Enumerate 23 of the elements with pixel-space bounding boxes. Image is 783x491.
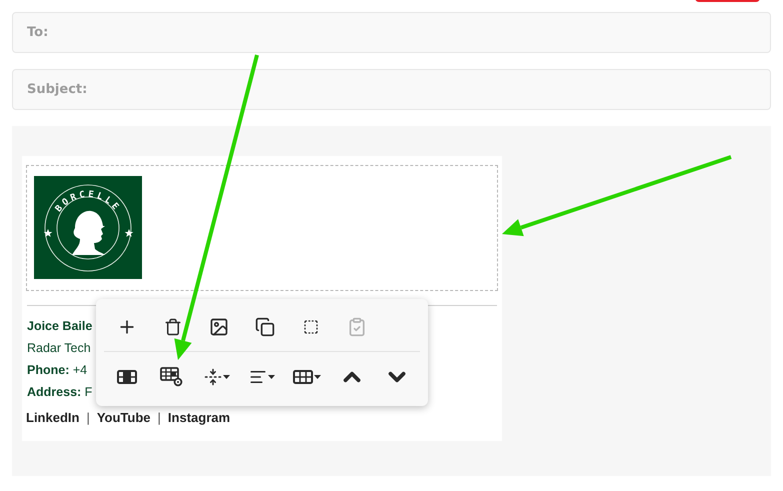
dashed-square-icon (303, 319, 319, 335)
social-link[interactable]: YouTube (96, 410, 151, 425)
copy-icon (255, 317, 275, 337)
contact-line: Phone: +4 (27, 362, 88, 379)
separator: | (158, 410, 161, 425)
trash-icon (164, 318, 182, 336)
columns-icon (116, 370, 137, 384)
caret-icon (222, 374, 230, 378)
clipboard-check-icon (347, 317, 367, 337)
spacing-icon (204, 368, 222, 386)
contact-line: Address: F (27, 384, 92, 401)
image-icon (209, 317, 229, 337)
caret-icon (314, 374, 322, 378)
caret-icon (268, 374, 275, 378)
separator: | (86, 410, 90, 425)
field-label: Subject: (27, 82, 88, 97)
field-label: To: (27, 25, 48, 40)
signature-name: Joice Baile (27, 318, 92, 335)
social-link[interactable]: LinkedIn (26, 410, 80, 425)
table-icon (293, 370, 314, 384)
social-link[interactable]: Instagram (168, 410, 230, 425)
table-settings-icon (160, 366, 184, 386)
company-name: Radar Tech (27, 340, 91, 357)
